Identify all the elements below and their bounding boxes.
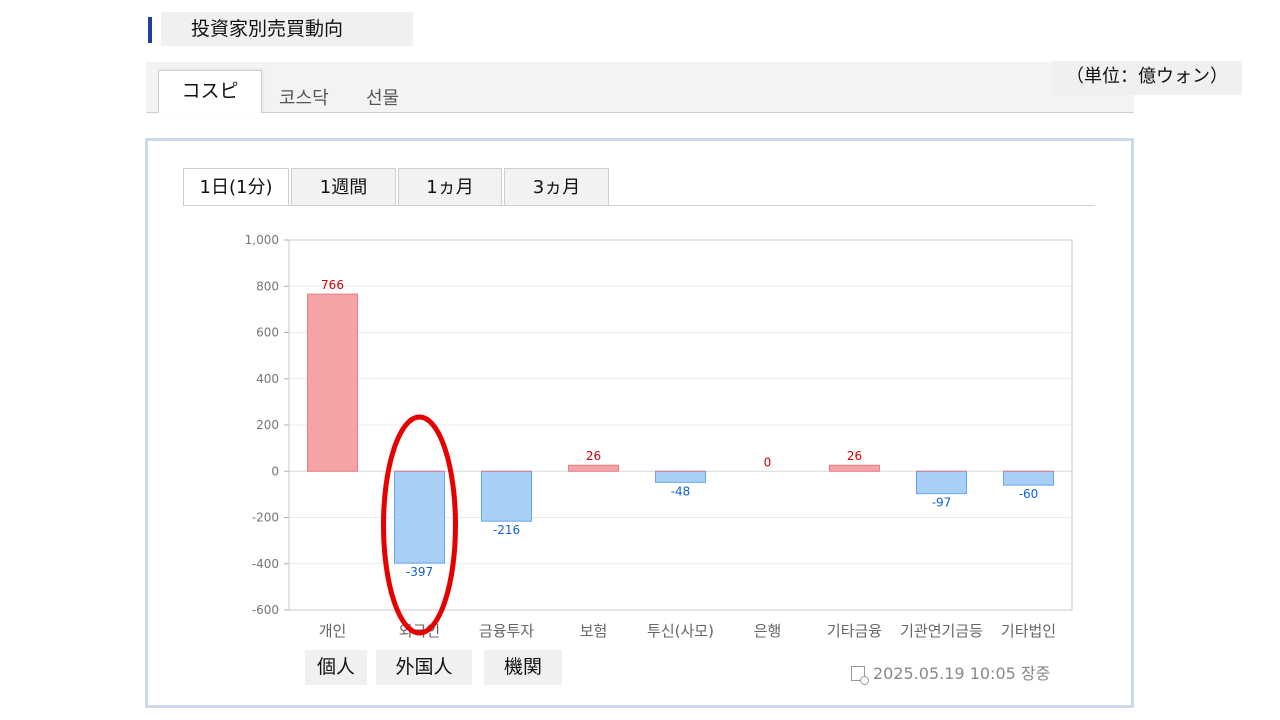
y-tick-label: 600: [256, 326, 279, 340]
label-foreigner-ja: 外国人: [376, 650, 472, 685]
data-label: -397: [406, 565, 433, 579]
y-tick-label: -200: [252, 511, 279, 525]
bar: [307, 293, 358, 472]
x-category-label: 투신(사모): [647, 622, 714, 640]
x-category-label: 보험: [580, 622, 608, 640]
x-category-label: 개인: [319, 622, 347, 640]
y-tick-label: 200: [256, 418, 279, 432]
bar: [829, 464, 880, 472]
data-label: 0: [764, 455, 772, 469]
bar: [394, 470, 445, 564]
label-individual-ja: 個人: [305, 650, 367, 685]
data-label: 766: [321, 278, 344, 292]
y-tick-label: 800: [256, 279, 279, 293]
data-label: 26: [847, 449, 862, 463]
x-category-label: 기타법인: [1001, 622, 1056, 640]
bar: [1003, 470, 1054, 486]
data-label: -60: [1019, 487, 1039, 501]
investor-trading-bar-chart: -600-400-20002004006008001,000766개인-397외…: [245, 233, 1073, 640]
y-tick-label: 1,000: [245, 233, 279, 247]
bar: [916, 470, 967, 495]
x-category-label: 기타금융: [827, 622, 882, 640]
y-tick-label: -600: [252, 603, 279, 617]
bar: [481, 470, 532, 522]
data-label: 26: [586, 449, 601, 463]
data-label: -48: [671, 484, 691, 498]
timestamp: 2025.05.19 10:05 장중: [851, 660, 1051, 685]
data-label: -97: [932, 496, 952, 510]
x-category-label: 은행: [754, 622, 782, 640]
y-tick-label: 400: [256, 372, 279, 386]
label-institution-ja: 機関: [484, 650, 562, 685]
bar: [568, 464, 619, 472]
timestamp-text: 2025.05.19 10:05 장중: [873, 664, 1051, 683]
x-category-label: 금융투자: [479, 622, 534, 640]
x-category-label: 기관연기금등: [900, 622, 983, 640]
bar: [655, 470, 706, 483]
y-tick-label: 0: [271, 464, 279, 478]
data-label: -216: [493, 523, 520, 537]
clock-icon: [851, 666, 869, 685]
y-tick-label: -400: [252, 557, 279, 571]
